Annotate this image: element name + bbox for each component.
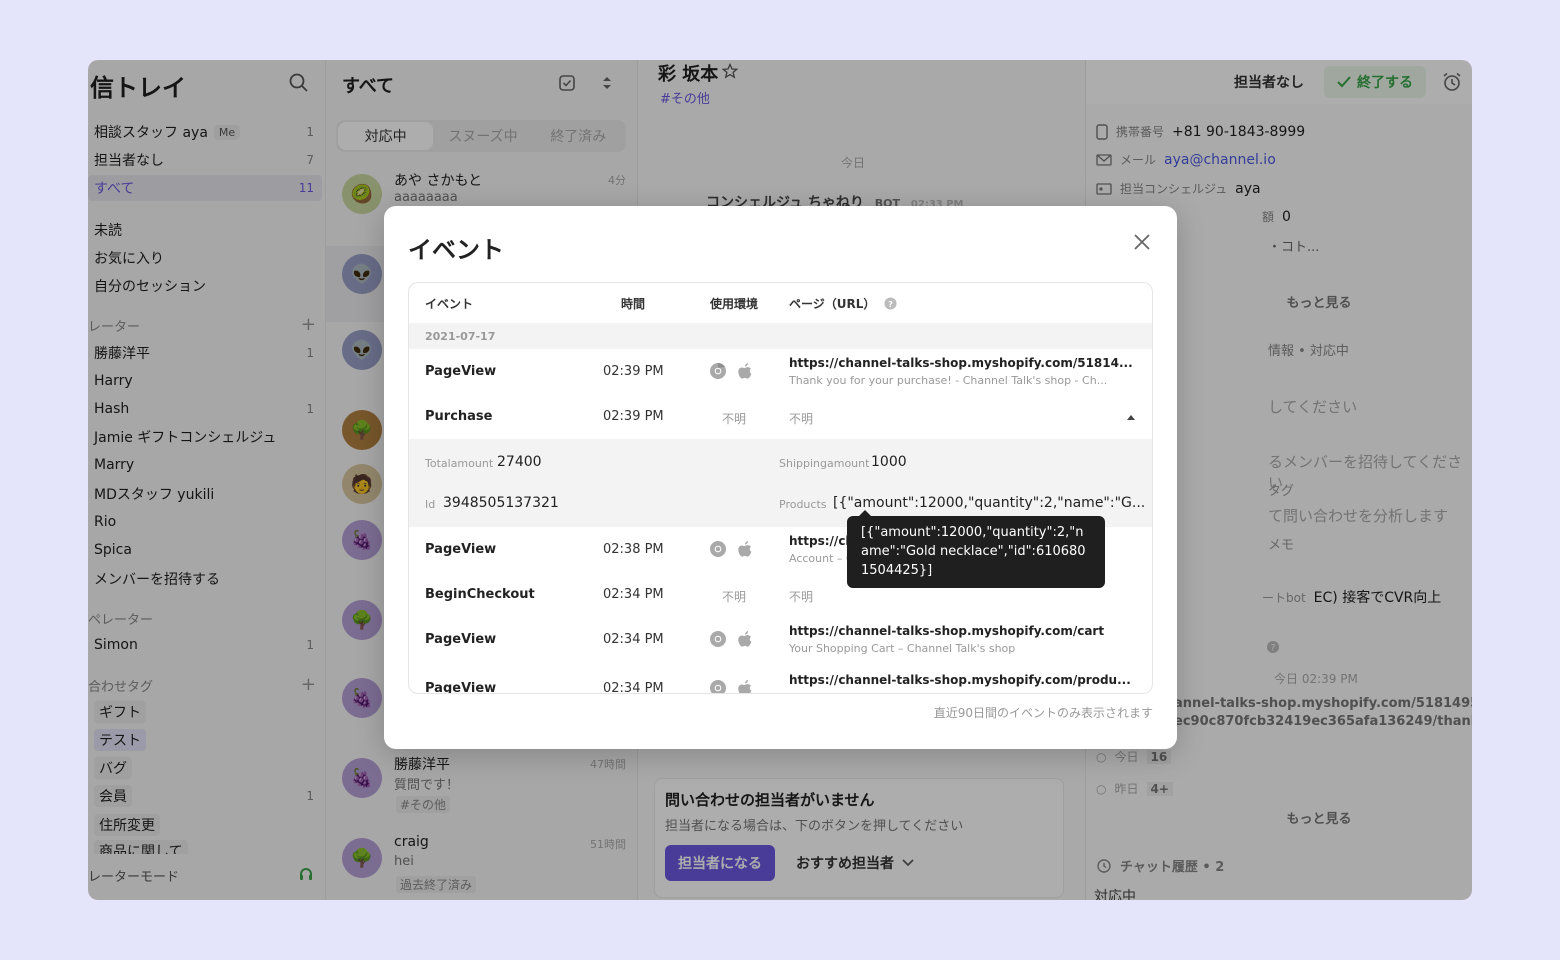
event-url[interactable]: https://ch — [789, 534, 854, 548]
event-name: PageView — [425, 364, 497, 379]
event-env — [709, 362, 753, 380]
event-name: BeginCheckout — [425, 587, 535, 602]
event-name: Purchase — [425, 409, 493, 424]
event-name: PageView — [425, 632, 497, 647]
event-detail-panel: Totalamount 27400 Shippingamount 1000 Id… — [409, 439, 1152, 527]
event-env: 不明 — [722, 590, 747, 604]
apple-icon — [738, 541, 752, 557]
modal-title: イベント — [408, 236, 504, 264]
event-name: PageView — [425, 681, 497, 694]
apple-icon — [738, 680, 752, 693]
close-icon[interactable] — [1132, 232, 1152, 252]
event-url[interactable]: https://channel-talks-shop.myshopify.com… — [789, 624, 1104, 638]
event-url: 不明 — [789, 590, 814, 604]
event-env — [709, 540, 753, 558]
column-header-page-label: ページ（URL） — [789, 297, 876, 311]
event-env: 不明 — [722, 412, 747, 426]
detail-value: 3948505137321 — [443, 495, 559, 511]
chevron-up-icon[interactable] — [1127, 414, 1135, 420]
chrome-icon — [710, 680, 726, 693]
detail-value: 1000 — [871, 454, 907, 470]
column-header-time: 時間 — [621, 297, 646, 311]
retention-note: 直近90日間のイベントのみ表示されます — [933, 706, 1153, 720]
detail-value[interactable]: [{"amount":12000,"quantity":2,"name":"G.… — [833, 495, 1145, 511]
table-row[interactable]: PageView 02:39 PM https://channel-talks-… — [409, 350, 1152, 395]
event-time: 02:38 PM — [603, 542, 664, 557]
help-icon[interactable]: ? — [884, 297, 897, 310]
event-page-title: Account – C — [789, 552, 854, 565]
column-header-event: イベント — [425, 297, 474, 311]
event-page-title: Your Shopping Cart – Channel Talk's shop — [789, 642, 1016, 655]
products-tooltip: [{"amount":12000,"quantity":2,"name":"Go… — [847, 510, 1105, 588]
event-time: 02:39 PM — [603, 364, 664, 379]
column-header-page: ページ（URL） ? — [789, 295, 897, 312]
chrome-icon — [710, 362, 726, 379]
event-time: 02:34 PM — [603, 681, 664, 694]
date-group-header: 2021-07-17 — [409, 323, 1152, 349]
event-env — [709, 630, 753, 648]
detail-key: Shippingamount — [779, 457, 870, 470]
detail-value: 27400 — [497, 454, 542, 470]
table-row[interactable]: Purchase 02:39 PM 不明 不明 — [409, 395, 1152, 440]
event-url[interactable]: https://channel-talks-shop.myshopify.com… — [789, 356, 1133, 370]
table-row[interactable]: PageView 02:34 PM https://channel-talks-… — [409, 618, 1152, 663]
detail-key: Totalamount — [425, 457, 494, 470]
apple-icon — [738, 631, 752, 647]
detail-key: Products — [779, 498, 827, 511]
apple-icon — [738, 363, 752, 379]
event-page-title: Thank you for your purchase! - Channel T… — [789, 374, 1108, 387]
chrome-icon — [710, 541, 726, 557]
column-header-env: 使用環境 — [710, 297, 759, 311]
event-name: PageView — [425, 542, 497, 557]
table-row[interactable]: PageView 02:34 PM https://channel-talks-… — [409, 667, 1152, 694]
event-time: 02:34 PM — [603, 587, 664, 602]
event-table: イベント 時間 使用環境 ページ（URL） ? 2021-07-17 PageV… — [408, 282, 1153, 694]
event-time: 02:34 PM — [603, 632, 664, 647]
detail-key: Id — [425, 498, 436, 511]
event-modal: イベント イベント 時間 使用環境 ページ（URL） ? 2021-07-17 … — [384, 206, 1177, 749]
event-url: 不明 — [789, 412, 814, 426]
event-time: 02:39 PM — [603, 409, 664, 424]
event-url[interactable]: https://channel-talks-shop.myshopify.com… — [789, 673, 1131, 687]
chrome-icon — [710, 631, 726, 647]
svg-text:?: ? — [888, 299, 893, 309]
event-env — [709, 679, 753, 693]
